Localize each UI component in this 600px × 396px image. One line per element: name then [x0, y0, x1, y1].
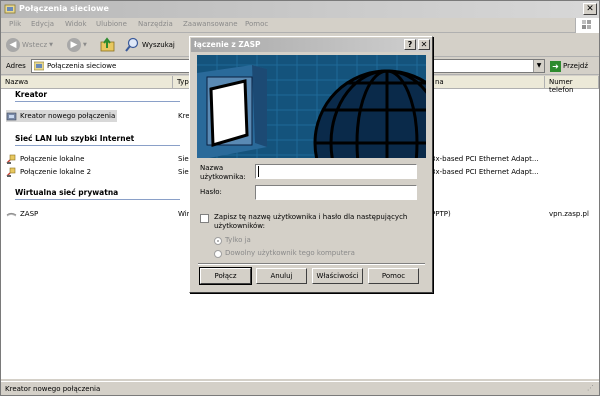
forward-button[interactable]: ▶ ▼	[67, 37, 87, 53]
dialog-close-button[interactable]: ✕	[418, 39, 430, 50]
close-button[interactable]: ✕	[583, 3, 597, 15]
password-label: Hasło:	[200, 188, 222, 196]
save-credentials-label: Zapisz tę nazwę użytkownika i hasło dla …	[214, 213, 408, 230]
radio-any-user[interactable]	[214, 250, 222, 258]
item-name: Połączenie lokalne 2	[20, 168, 92, 176]
menu-tools[interactable]: Narzędzia	[138, 20, 173, 28]
group-divider	[15, 101, 180, 102]
group-divider	[15, 199, 180, 200]
help-button[interactable]: Pomoc	[368, 268, 419, 284]
address-label: Adres	[6, 62, 26, 70]
menu-bar: Plik Edycja Widok Ulubione Narzędzia Zaa…	[1, 18, 599, 33]
text-cursor	[258, 166, 259, 177]
list-item-vpn[interactable]: ZASP	[6, 208, 38, 220]
address-value: Połączenia sieciowe	[47, 62, 117, 70]
item-name: Kreator nowego połączenia	[20, 112, 116, 120]
network-folder-icon	[34, 61, 44, 71]
password-field[interactable]	[255, 185, 417, 200]
save-credentials-checkbox[interactable]	[200, 214, 209, 223]
go-arrow-icon: ➜	[550, 60, 561, 72]
properties-button[interactable]: Właściwości	[312, 268, 363, 284]
group-divider	[15, 145, 180, 146]
resize-grip-icon[interactable]: ⋰	[587, 384, 597, 394]
item-type: Kre	[178, 112, 190, 120]
column-header-name[interactable]: Nazwa	[1, 76, 173, 89]
dialog-help-button[interactable]: ?	[404, 39, 416, 50]
network-folder-icon	[4, 4, 16, 14]
back-label: Wstecz	[22, 41, 48, 49]
connect-dialog: łączenie z ZASP ? ✕ Nazwa użytkownika: H…	[189, 36, 433, 293]
status-bar: Kreator nowego połączenia ⋰	[1, 381, 599, 395]
dialog-title-bar[interactable]: łączenie z ZASP ? ✕	[191, 38, 431, 52]
back-button[interactable]: ◀ Wstecz ▼	[6, 37, 53, 53]
vpn-connection-icon	[6, 212, 17, 216]
column-header-phone[interactable]: Numer telefon	[545, 76, 599, 94]
back-arrow-icon: ◀	[6, 38, 20, 52]
windows-logo	[575, 18, 599, 33]
up-folder-icon	[100, 37, 115, 52]
menu-favorites[interactable]: Ulubione	[96, 20, 127, 28]
username-field[interactable]	[255, 164, 417, 179]
radio-only-me-label: Tylko ja	[225, 236, 251, 244]
chevron-down-icon: ▼	[83, 42, 87, 48]
column-header-device[interactable]: na	[431, 76, 545, 89]
radio-only-me[interactable]	[214, 237, 222, 245]
item-device: 3x-based PCI Ethernet Adapt...	[431, 168, 539, 176]
chevron-down-icon: ▼	[49, 42, 54, 48]
title-bar: Połączenia sieciowe ✕	[1, 1, 599, 18]
list-item-lan2[interactable]: Połączenie lokalne 2	[6, 166, 91, 178]
globe-computer-illustration	[197, 55, 426, 158]
item-name: Połączenie lokalne	[20, 155, 85, 163]
search-button[interactable]: Wyszukaj	[124, 37, 175, 53]
menu-file[interactable]: Plik	[9, 20, 21, 28]
menu-advanced[interactable]: Zaawansowane	[183, 20, 238, 28]
username-label-line1: Nazwa	[200, 164, 224, 172]
search-icon	[125, 37, 139, 52]
item-device: 3x-based PCI Ethernet Adapt...	[431, 155, 539, 163]
item-name: ZASP	[20, 210, 39, 218]
lan-connection-icon	[6, 154, 16, 164]
lan-connection-icon	[6, 167, 16, 177]
item-phone: vpn.zasp.pl	[549, 210, 589, 218]
dialog-separator	[198, 263, 425, 265]
go-button[interactable]: ➜ Przejdź	[550, 59, 598, 73]
wizard-icon	[6, 112, 17, 120]
up-folder-button[interactable]	[100, 37, 116, 53]
item-type: Wir	[178, 210, 190, 218]
dialog-banner	[197, 55, 426, 158]
item-type: Sie	[178, 168, 189, 176]
window-title: Połączenia sieciowe	[19, 4, 109, 13]
search-label: Wyszukaj	[142, 41, 175, 49]
menu-view[interactable]: Widok	[65, 20, 87, 28]
cancel-button[interactable]: Anuluj	[256, 268, 307, 284]
group-header-vpn: Wirtualna sieć prywatna	[15, 188, 119, 197]
item-device: PPTP)	[431, 210, 451, 218]
address-dropdown-button[interactable]: ▼	[533, 60, 544, 72]
username-label-line2: użytkownika:	[200, 173, 246, 181]
radio-any-user-label: Dowolny użytkownik tego komputera	[225, 249, 355, 257]
list-item-wizard[interactable]: Kreator nowego połączenia	[6, 110, 118, 122]
item-type: Sie	[178, 155, 189, 163]
group-header-lan: Sieć LAN lub szybki Internet	[15, 134, 135, 143]
dialog-title: łączenie z ZASP	[194, 40, 261, 49]
forward-arrow-icon: ▶	[67, 38, 81, 52]
list-item-lan1[interactable]: Połączenie lokalne	[6, 153, 84, 165]
menu-edit[interactable]: Edycja	[31, 20, 54, 28]
status-text: Kreator nowego połączenia	[5, 385, 101, 393]
menu-help[interactable]: Pomoc	[245, 20, 268, 28]
go-label: Przejdź	[563, 62, 589, 70]
connect-button[interactable]: Połącz	[199, 267, 252, 285]
group-header-wizard: Kreator	[15, 90, 48, 99]
